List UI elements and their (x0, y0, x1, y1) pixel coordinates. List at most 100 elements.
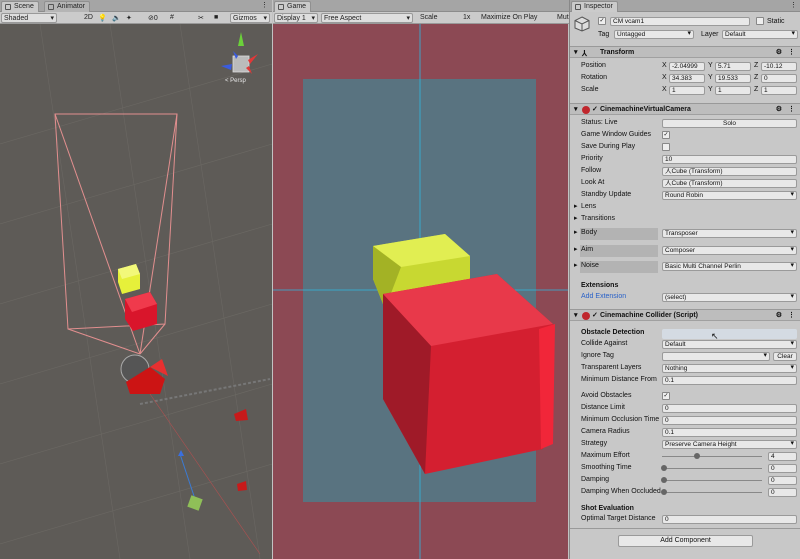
transform-y-field[interactable]: 1 (715, 86, 751, 95)
axis-y-label[interactable]: Y (708, 86, 713, 93)
axis-y-label[interactable]: Y (708, 62, 713, 69)
clear-button[interactable]: Clear (773, 352, 797, 361)
vcam-header[interactable]: ▾ ✓ CinemachineVirtualCamera ⚙ ⋮ (570, 103, 800, 115)
tab-animator[interactable]: Animator (44, 1, 91, 12)
camera-radius-field[interactable]: 0.1 (662, 428, 797, 437)
damping-occluded-slider-knob[interactable] (661, 489, 667, 495)
damping-slider-knob[interactable] (661, 477, 667, 483)
add-extension-dropdown[interactable]: (select) (662, 293, 797, 302)
chevron-down-icon[interactable]: ▾ (574, 311, 578, 319)
axis-x-label[interactable]: X (662, 74, 667, 81)
lighting-icon[interactable]: 💡 (96, 13, 109, 23)
chevron-right-icon[interactable]: ▸ (574, 261, 578, 269)
min-distance-field[interactable]: 0.1 (662, 376, 797, 385)
axis-x-label[interactable]: X (662, 62, 667, 69)
static-checkbox[interactable] (756, 17, 764, 25)
standby-dropdown[interactable]: Round Robin (662, 191, 797, 200)
tab-scene[interactable]: Scene (1, 1, 39, 12)
tab-game[interactable]: Game (274, 1, 312, 12)
transform-y-field[interactable]: 5.71 (715, 62, 751, 71)
chevron-right-icon[interactable]: ▸ (574, 214, 578, 222)
object-name-field[interactable]: CM vcam1 (610, 17, 750, 26)
tab-inspector[interactable]: Inspector (571, 1, 618, 12)
collide-against-dropdown[interactable]: Default (662, 340, 797, 349)
tools-icon[interactable]: ✂ (196, 13, 206, 23)
layer-dropdown[interactable]: Default (722, 30, 798, 39)
priority-field[interactable]: 10 (662, 155, 797, 164)
yellow-cube[interactable] (118, 264, 140, 294)
camera-icon[interactable]: ■ (212, 13, 220, 23)
active-checkbox[interactable]: ✓ (598, 17, 606, 25)
axis-z-label[interactable]: Z (754, 62, 758, 69)
hidden-objects-icon[interactable]: ⊘0 (146, 13, 160, 23)
collider-header[interactable]: ▾ ✓ Cinemachine Collider (Script) ⚙ ⋮ (570, 309, 800, 321)
smoothing-field[interactable]: 0 (768, 464, 797, 473)
transparent-layers-dropdown[interactable]: Nothing (662, 364, 797, 373)
audio-icon[interactable]: 🔈 (110, 13, 123, 23)
guides-checkbox[interactable]: ✓ (662, 131, 670, 139)
component-menu-icon[interactable]: ⚙ ⋮ (776, 48, 797, 56)
damping-occluded-slider[interactable] (662, 492, 762, 493)
solo-button[interactable]: Solo (662, 119, 797, 128)
min-occlusion-field[interactable]: 0 (662, 416, 797, 425)
aspect-dropdown[interactable]: Free Aspect (321, 13, 413, 23)
damping-slider[interactable] (662, 480, 762, 481)
add-component-button[interactable]: Add Component (618, 535, 753, 547)
component-menu-icon[interactable]: ⚙ ⋮ (776, 105, 797, 113)
display-dropdown[interactable]: Display 1 (274, 13, 318, 23)
optimal-target-field[interactable]: 0 (662, 515, 797, 524)
toggle-2d-button[interactable]: 2D (82, 13, 95, 23)
grid-icon[interactable]: # (168, 13, 176, 23)
distance-limit-field[interactable]: 0 (662, 404, 797, 413)
panel-menu-icon[interactable]: ⋮ (790, 1, 797, 9)
lens-row[interactable]: ▸ Lens (570, 202, 800, 213)
shading-mode-dropdown[interactable]: Shaded (1, 13, 57, 23)
effects-icon[interactable]: ✦ (124, 13, 134, 23)
axis-y-label[interactable]: Y (708, 74, 713, 81)
max-effort-slider-knob[interactable] (694, 453, 700, 459)
game-view[interactable] (273, 24, 568, 559)
ignore-tag-dropdown[interactable] (662, 352, 770, 361)
chevron-right-icon[interactable]: ▸ (574, 202, 578, 210)
chevron-down-icon[interactable]: ▾ (574, 48, 578, 56)
avoid-obstacles-checkbox[interactable]: ✓ (662, 392, 670, 400)
axis-x-label[interactable]: X (662, 86, 667, 93)
tag-dropdown[interactable]: Untagged (614, 30, 694, 39)
axis-z-label[interactable]: Z (754, 74, 758, 81)
aim-dropdown[interactable]: Composer (662, 246, 797, 255)
collider-enabled-check[interactable]: ✓ (592, 311, 598, 319)
lookat-field[interactable]: 人Cube (Transform) (662, 179, 797, 188)
chevron-right-icon[interactable]: ▸ (574, 228, 578, 236)
transform-z-field[interactable]: 1 (761, 86, 797, 95)
transform-z-field[interactable]: 0 (761, 74, 797, 83)
save-during-play-checkbox[interactable] (662, 143, 670, 151)
transform-z-field[interactable]: -10.12 (761, 62, 797, 71)
camera-gizmo-icon[interactable] (120, 354, 168, 394)
gizmos-dropdown[interactable]: Gizmos (230, 13, 270, 23)
body-dropdown[interactable]: Transposer (662, 229, 797, 238)
strategy-dropdown[interactable]: Preserve Camera Height (662, 440, 797, 449)
smoothing-slider-knob[interactable] (661, 465, 667, 471)
orientation-gizmo[interactable] (221, 32, 258, 74)
axis-z-label[interactable]: Z (754, 86, 758, 93)
transform-x-field[interactable]: 1 (669, 86, 705, 95)
red-cube[interactable] (125, 292, 157, 331)
max-effort-slider[interactable] (662, 456, 762, 457)
chevron-right-icon[interactable]: ▸ (574, 245, 578, 253)
chevron-down-icon[interactable]: ▾ (574, 105, 578, 113)
red-cube[interactable] (383, 274, 555, 474)
perspective-label[interactable]: < Persp (225, 78, 246, 84)
transform-header[interactable]: ▾ ⅄ Transform ⚙ ⋮ (570, 46, 800, 58)
maximize-on-play-toggle[interactable]: Maximize On Play (479, 13, 539, 23)
transitions-row[interactable]: ▸ Transitions (570, 214, 800, 225)
transform-x-field[interactable]: 34.383 (669, 74, 705, 83)
panel-menu-icon[interactable]: ⋮ (261, 1, 268, 9)
transform-y-field[interactable]: 19.533 (715, 74, 751, 83)
smoothing-slider[interactable] (662, 468, 762, 469)
noise-dropdown[interactable]: Basic Multi Channel Perlin (662, 262, 797, 271)
component-menu-icon[interactable]: ⚙ ⋮ (776, 311, 797, 319)
transform-x-field[interactable]: -2.04999 (669, 62, 705, 71)
damping-occluded-field[interactable]: 0 (768, 488, 797, 497)
vcam-enabled-check[interactable]: ✓ (592, 105, 598, 113)
scene-view[interactable]: < Persp (0, 24, 272, 559)
